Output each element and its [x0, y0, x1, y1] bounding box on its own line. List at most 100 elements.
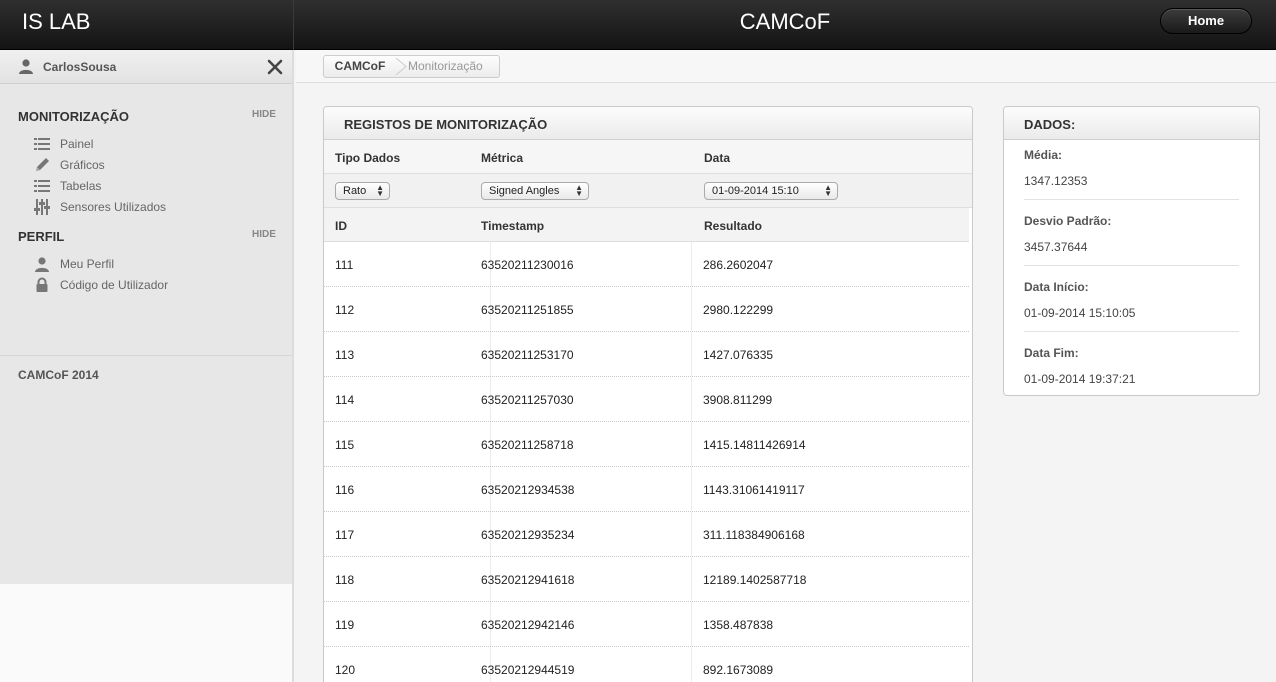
cell-timestamp: 63520212934538	[481, 483, 575, 497]
column-divider	[691, 647, 692, 682]
updown-arrow-icon: ▲ ▼	[575, 183, 583, 198]
stat-value-desvio-padrao: 3457.37644	[1024, 240, 1088, 254]
stat-label-desvio-padrao: Desvio Padrão:	[1024, 214, 1112, 228]
hide-monitorizacao-link[interactable]: HIDE	[252, 109, 276, 120]
data-value: 01-09-2014 15:10	[712, 185, 799, 197]
data-select[interactable]: 01-09-2014 15:10 ▲ ▼	[704, 182, 838, 200]
table-row: 113 63520211253170 1427.076335	[324, 332, 969, 377]
close-icon[interactable]	[266, 58, 284, 76]
cell-resultado: 892.1673089	[703, 663, 774, 677]
cell-timestamp: 63520212941618	[481, 573, 575, 587]
cell-id: 114	[335, 393, 355, 407]
table-row: 116 63520212934538 1143.31061419117	[324, 467, 969, 512]
user-icon	[35, 257, 49, 272]
cell-resultado: 12189.1402587718	[703, 573, 807, 587]
sidebar: CarlosSousa MONITORIZAÇÃO HIDE Painel Gr…	[0, 50, 294, 682]
dados-panel: DADOS: Média: 1347.12353 Desvio Padrão: …	[1003, 106, 1260, 396]
sidebar-item-label: Gráficos	[60, 158, 105, 172]
filter-header-tipo-dados: Tipo Dados	[335, 151, 401, 165]
panel-title: REGISTOS DE MONITORIZAÇÃO	[344, 117, 548, 132]
metrica-value: Signed Angles	[489, 185, 560, 197]
panel-header: REGISTOS DE MONITORIZAÇÃO	[324, 107, 972, 140]
column-header-resultado: Resultado	[704, 219, 763, 233]
cell-timestamp: 63520212944519	[481, 663, 575, 677]
stat-value-data-fim: 01-09-2014 19:37:21	[1024, 372, 1136, 386]
cell-resultado: 286.2602047	[703, 258, 774, 272]
stat-divider	[1024, 199, 1239, 200]
lock-icon	[36, 277, 48, 292]
brand-logo[interactable]: IS LAB	[0, 0, 294, 50]
user-icon	[19, 59, 33, 74]
cell-id: 117	[335, 528, 355, 542]
hide-perfil-link[interactable]: HIDE	[252, 229, 276, 240]
breadcrumb-item-camcof[interactable]: CAMCoF	[324, 56, 396, 77]
breadcrumb-bar: CAMCoF Monitorização	[296, 50, 1276, 83]
filter-header-metrica: Métrica	[481, 151, 524, 165]
cell-resultado: 1427.076335	[703, 348, 774, 362]
filter-header-data: Data	[704, 151, 731, 165]
chevron-right-icon	[395, 58, 407, 75]
stat-value-media: 1347.12353	[1024, 174, 1088, 188]
stat-divider	[1024, 331, 1239, 332]
table-row: 117 63520212935234 311.118384906168	[324, 512, 969, 557]
table-header: ID Timestamp Resultado	[324, 208, 969, 242]
app-title: CAMCoF	[739, 9, 831, 34]
sidebar-footer: CAMCoF 2014	[18, 368, 99, 382]
cell-id: 118	[335, 573, 355, 587]
updown-arrow-icon: ▲ ▼	[824, 183, 832, 198]
table-row: 119 63520212942146 1358.487838	[324, 602, 969, 647]
cell-id: 115	[335, 438, 355, 452]
registos-panel: REGISTOS DE MONITORIZAÇÃO Tipo Dados Mét…	[323, 106, 973, 682]
stat-label-data-inicio: Data Início:	[1024, 280, 1089, 294]
cell-id: 112	[335, 303, 355, 317]
section-title-monitorizacao: MONITORIZAÇÃO	[18, 109, 129, 124]
user-row: CarlosSousa	[0, 50, 292, 84]
sidebar-item-label: Código de Utilizador	[60, 278, 169, 292]
panel-title: DADOS:	[1024, 117, 1076, 132]
cell-timestamp: 63520211258718	[481, 438, 574, 452]
column-divider	[691, 467, 692, 511]
table-row: 120 63520212944519 892.1673089	[324, 647, 969, 682]
metrica-select[interactable]: Signed Angles ▲ ▼	[481, 182, 589, 200]
tipo-dados-value: Rato	[343, 185, 367, 197]
sliders-icon	[34, 199, 50, 215]
breadcrumb: CAMCoF Monitorização	[323, 55, 500, 78]
column-header-timestamp: Timestamp	[481, 219, 545, 233]
table-row: 111 63520211230016 286.2602047	[324, 242, 969, 287]
table-body: 111 63520211230016 286.2602047 112 63520…	[324, 242, 969, 682]
table-row: 118 63520212941618 12189.1402587718	[324, 557, 969, 602]
table-row: 115 63520211258718 1415.14811426914	[324, 422, 969, 467]
column-divider	[691, 422, 692, 466]
column-divider	[691, 602, 692, 646]
column-divider	[691, 557, 692, 601]
sidebar-item-label: Painel	[60, 137, 94, 151]
home-button[interactable]: Home	[1160, 8, 1252, 34]
table-row: 114 63520211257030 3908.811299	[324, 377, 969, 422]
cell-timestamp: 63520211251855	[481, 303, 574, 317]
cell-resultado: 2980.122299	[703, 303, 774, 317]
user-name[interactable]: CarlosSousa	[43, 60, 116, 74]
stat-label-media: Média:	[1024, 148, 1063, 162]
cell-id: 113	[335, 348, 355, 362]
top-bar: IS LAB CAMCoF Home	[0, 0, 1276, 50]
column-divider	[691, 287, 692, 331]
sidebar-item-label: Meu Perfil	[60, 257, 115, 271]
column-divider	[691, 242, 692, 286]
cell-resultado: 311.118384906168	[703, 528, 805, 542]
cell-resultado: 3908.811299	[703, 393, 773, 407]
cell-timestamp: 63520212935234	[481, 528, 575, 542]
updown-arrow-icon: ▲ ▼	[376, 183, 384, 198]
cell-resultado: 1143.31061419117	[703, 483, 805, 497]
cell-timestamp: 63520211257030	[481, 393, 574, 407]
list-icon	[34, 180, 50, 192]
column-divider	[691, 512, 692, 556]
cell-resultado: 1358.487838	[703, 618, 774, 632]
tipo-dados-select[interactable]: Rato ▲ ▼	[335, 182, 390, 200]
list-icon	[34, 138, 50, 150]
stat-label-data-fim: Data Fim:	[1024, 346, 1079, 360]
cell-timestamp: 63520211230016	[481, 258, 574, 272]
section-title-perfil: PERFIL	[18, 229, 65, 244]
table-row: 112 63520211251855 2980.122299	[324, 287, 969, 332]
sidebar-menu-area: CarlosSousa MONITORIZAÇÃO HIDE Painel Gr…	[0, 50, 292, 584]
cell-id: 120	[335, 663, 356, 677]
